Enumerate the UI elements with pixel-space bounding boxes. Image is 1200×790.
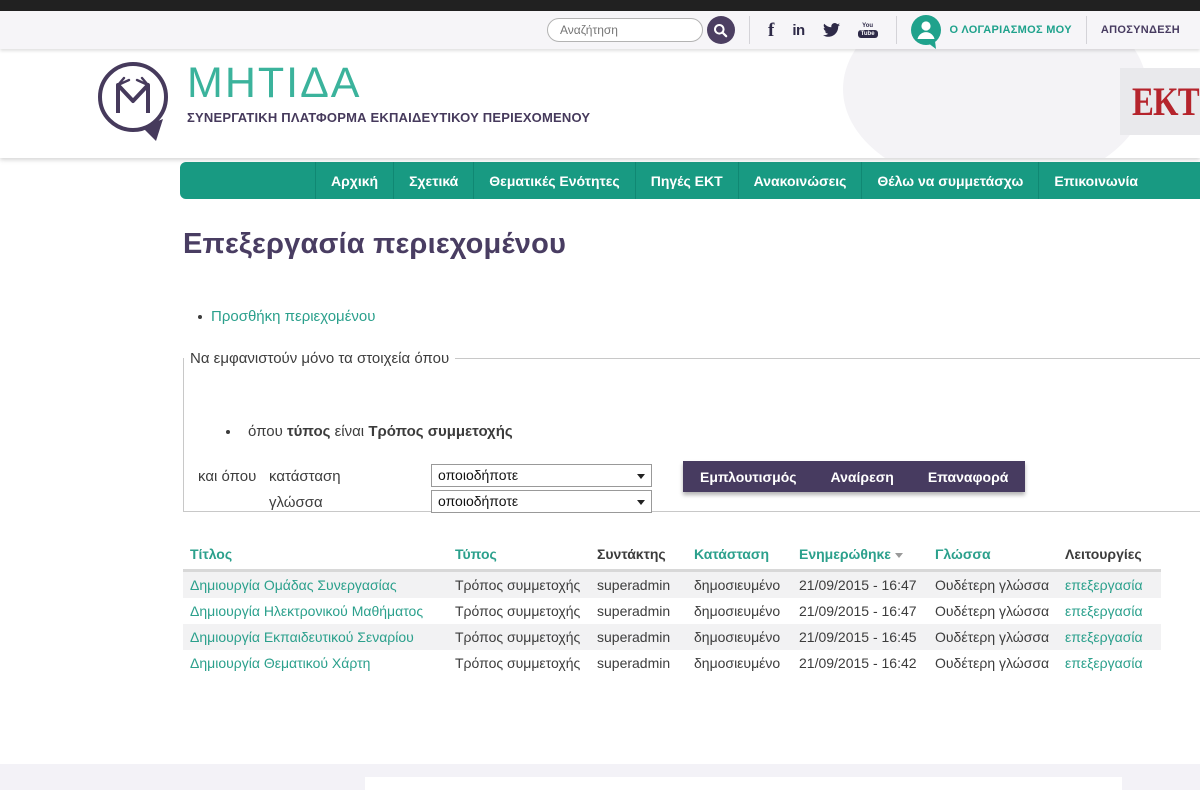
nav-item-home[interactable]: Αρχική	[316, 162, 394, 199]
add-content-link[interactable]: Προσθήκη περιεχομένου	[211, 308, 375, 325]
twitter-icon[interactable]	[823, 23, 840, 37]
divider	[1086, 16, 1087, 44]
bullet-icon	[226, 430, 230, 434]
page-title: Επεξεργασία περιεχομένου	[183, 228, 566, 261]
operations-header: Λειτουργίες	[1065, 546, 1142, 562]
divider	[896, 16, 897, 44]
site-header: ΜΗΤΙΔΑ ΣΥΝΕΡΓΑΤΙΚΗ ΠΛΑΤΦΟΡΜΑ ΕΚΠΑΙΔΕΥΤΙΚ…	[0, 49, 1200, 158]
cell-author: superadmin	[590, 650, 687, 676]
cell-status: δημοσιευμένο	[687, 598, 792, 624]
sort-type-header[interactable]: Τύπος	[455, 546, 497, 562]
edit-link[interactable]: επεξεργασία	[1065, 655, 1143, 671]
search-input[interactable]	[547, 18, 703, 42]
facebook-icon[interactable]: f	[768, 21, 774, 40]
chevron-down-icon	[637, 474, 645, 479]
nav-item-participate[interactable]: Θέλω να συμμετάσχω	[862, 162, 1039, 199]
cell-author: superadmin	[590, 624, 687, 650]
sort-desc-icon	[895, 553, 903, 558]
divider	[749, 16, 750, 44]
cell-author: superadmin	[590, 598, 687, 624]
cell-updated: 21/09/2015 - 16:45	[792, 624, 928, 650]
table-row: Δημιουργία Εκπαιδευτικού Σεναρίου Τρόπος…	[183, 624, 1161, 650]
page: f in You Tube	[0, 0, 1200, 790]
and-where-label: και όπου	[198, 468, 256, 485]
nav-item-about[interactable]: Σχετικά	[394, 162, 474, 199]
cell-status: δημοσιευμένο	[687, 624, 792, 650]
sort-title-header[interactable]: Τίτλος	[190, 546, 232, 562]
language-select[interactable]: οποιοδήποτε	[431, 490, 652, 513]
utility-bar: f in You Tube	[0, 11, 1200, 49]
cell-updated: 21/09/2015 - 16:47	[792, 598, 928, 624]
status-select[interactable]: οποιοδήποτε	[431, 464, 652, 487]
edit-link[interactable]: επεξεργασία	[1065, 603, 1143, 619]
edit-link[interactable]: επεξεργασία	[1065, 629, 1143, 645]
nav-item-announcements[interactable]: Ανακοινώσεις	[739, 162, 863, 199]
add-content-row: Προσθήκη περιεχομένου	[198, 308, 375, 325]
content-table: Τίτλος Τύπος Συντάκτης Κατάσταση Ενημερώ…	[183, 540, 1161, 676]
cell-updated: 21/09/2015 - 16:47	[792, 571, 928, 599]
cell-status: δημοσιευμένο	[687, 571, 792, 599]
bullet-icon	[198, 315, 202, 319]
content-title-link[interactable]: Δημιουργία Ομάδας Συνεργασίας	[190, 577, 397, 593]
enrich-button[interactable]: Εμπλουτισμός	[683, 461, 814, 492]
cell-language: Ουδέτερη γλώσσα	[928, 598, 1058, 624]
linkedin-icon[interactable]: in	[792, 23, 804, 38]
sort-status-header[interactable]: Κατάσταση	[694, 546, 769, 562]
active-filter-condition: όπου τύπος είναι Τρόπος συμμετοχής	[226, 423, 513, 440]
site-tagline: ΣΥΝΕΡΓΑΤΙΚΗ ΠΛΑΤΦΟΡΜΑ ΕΚΠΑΙΔΕΥΤΙΚΟΥ ΠΕΡΙ…	[187, 110, 590, 125]
top-black-bar	[0, 0, 1200, 11]
language-label: γλώσσα	[269, 494, 323, 511]
site-name: ΜΗΤΙΔΑ	[187, 60, 590, 106]
my-account-link[interactable]: Ο ΛΟΓΑΡΙΑΣΜΟΣ ΜΟΥ	[950, 24, 1072, 36]
cell-language: Ουδέτερη γλώσσα	[928, 624, 1058, 650]
cell-updated: 21/09/2015 - 16:42	[792, 650, 928, 676]
content-title-link[interactable]: Δημιουργία Θεματικού Χάρτη	[190, 655, 370, 671]
content-title-link[interactable]: Δημιουργία Ηλεκτρονικού Μαθήματος	[190, 603, 423, 619]
table-header-row: Τίτλος Τύπος Συντάκτης Κατάσταση Ενημερώ…	[183, 540, 1161, 571]
nav-item-contact[interactable]: Επικοινωνία	[1039, 162, 1153, 199]
cell-language: Ουδέτερη γλώσσα	[928, 571, 1058, 599]
content-title-link[interactable]: Δημιουργία Εκπαιδευτικού Σεναρίου	[190, 629, 414, 645]
cell-status: δημοσιευμένο	[687, 650, 792, 676]
sort-language-header[interactable]: Γλώσσα	[935, 546, 991, 562]
ekt-logo: EKT	[1120, 68, 1200, 135]
status-label: κατάσταση	[269, 468, 341, 485]
filter-fieldset: Να εμφανιστούν μόνο τα στοιχεία όπου όπο…	[183, 350, 1200, 512]
search-button[interactable]	[707, 16, 735, 44]
metida-logo-icon	[95, 60, 173, 150]
cell-type: Τρόπος συμμετοχής	[448, 650, 590, 676]
author-header: Συντάκτης	[597, 546, 666, 562]
table-row: Δημιουργία Θεματικού Χάρτη Τρόπος συμμετ…	[183, 650, 1161, 676]
site-logo[interactable]: ΜΗΤΙΔΑ ΣΥΝΕΡΓΑΤΙΚΗ ΠΛΑΤΦΟΡΜΑ ΕΚΠΑΙΔΕΥΤΙΚ…	[95, 60, 590, 150]
cell-author: superadmin	[590, 571, 687, 599]
cell-type: Τρόπος συμμετοχής	[448, 598, 590, 624]
table-row: Δημιουργία Ηλεκτρονικού Μαθήματος Τρόπος…	[183, 598, 1161, 624]
logout-link[interactable]: ΑΠΟΣΥΝΔΕΣΗ	[1101, 24, 1180, 36]
filter-legend: Να εμφανιστούν μόνο τα στοιχεία όπου	[184, 350, 455, 367]
cell-type: Τρόπος συμμετοχής	[448, 624, 590, 650]
search-icon	[713, 23, 728, 38]
cell-language: Ουδέτερη γλώσσα	[928, 650, 1058, 676]
footer-strip	[0, 764, 1200, 790]
sort-updated-header[interactable]: Ενημερώθηκε	[799, 546, 891, 562]
undo-button[interactable]: Αναίρεση	[814, 461, 911, 492]
table-row: Δημιουργία Ομάδας Συνεργασίας Τρόπος συμ…	[183, 571, 1161, 599]
cell-type: Τρόπος συμμετοχής	[448, 571, 590, 599]
youtube-icon[interactable]: You Tube	[858, 23, 878, 38]
nav-spacer	[180, 162, 316, 199]
nav-item-thematic-units[interactable]: Θεματικές Ενότητες	[474, 162, 635, 199]
nav-item-ekt-sources[interactable]: Πηγές ΕΚΤ	[636, 162, 739, 199]
main-nav: Αρχική Σχετικά Θεματικές Ενότητες Πηγές …	[180, 162, 1200, 199]
chevron-down-icon	[637, 500, 645, 505]
filter-buttons: Εμπλουτισμός Αναίρεση Επαναφορά	[683, 461, 1025, 492]
edit-link[interactable]: επεξεργασία	[1065, 577, 1143, 593]
footer-card	[365, 777, 1122, 790]
reset-button[interactable]: Επαναφορά	[911, 461, 1026, 492]
account-avatar-icon[interactable]	[911, 15, 941, 45]
